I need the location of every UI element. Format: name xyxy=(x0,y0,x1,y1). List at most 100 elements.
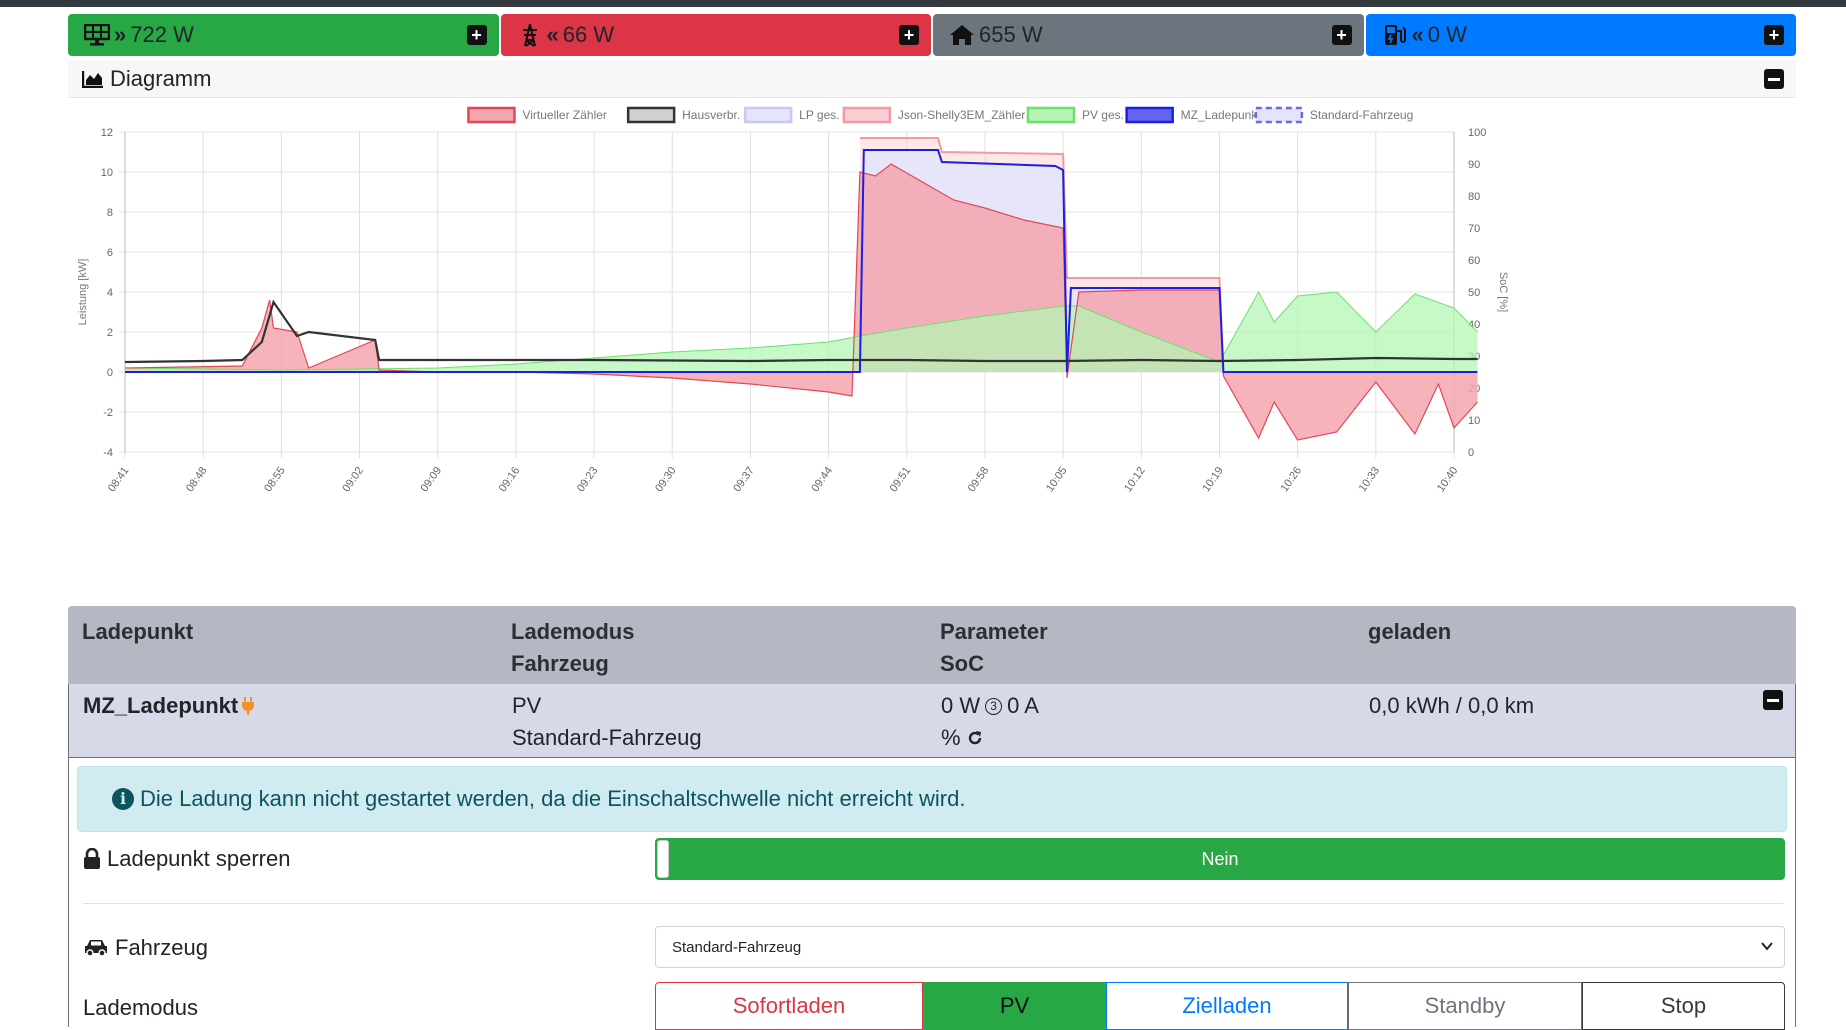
loadpoint-mode-cell: PV Standard-Fahrzeug xyxy=(512,690,702,754)
y2-tick-label: 80 xyxy=(1468,191,1480,203)
loadpoint-params-cell: 0 W 3 0 A % xyxy=(941,690,1039,754)
loadpoint-vehicle: Standard-Fahrzeug xyxy=(512,725,702,750)
plus-icon[interactable]: + xyxy=(899,25,919,45)
legend-label: Hausverbr. xyxy=(682,108,740,122)
power-chart: -4-2024681012010203040506070809010008:41… xyxy=(77,106,1509,494)
collapse-icon[interactable] xyxy=(1764,68,1784,89)
virtual-meter-area xyxy=(125,164,1478,440)
mode-label-zielladen: Zielladen xyxy=(1182,993,1272,1018)
y2-tick-label: 70 xyxy=(1468,223,1480,235)
y-tick-label: 12 xyxy=(101,127,113,139)
y-tick-label: 8 xyxy=(107,207,113,219)
mode-button-sofortladen[interactable]: Sofortladen xyxy=(655,982,923,1030)
plug-icon xyxy=(242,697,255,715)
loadpoint-power: 0 W xyxy=(941,693,981,718)
header-lademodus: Lademodus xyxy=(511,619,635,644)
x-tick-label: 09:37 xyxy=(731,465,757,494)
plus-icon[interactable]: + xyxy=(1764,25,1784,45)
summary-pv-value: 722 W xyxy=(130,22,194,47)
lock-value: Nein xyxy=(1201,848,1239,869)
y2-tick-label: 60 xyxy=(1468,255,1480,267)
x-tick-label: 09:51 xyxy=(888,465,914,494)
phases-icon: 3 xyxy=(985,697,1003,715)
divider xyxy=(83,903,1783,904)
y-tick-label: 0 xyxy=(107,367,113,379)
mode-button-standby[interactable]: Standby xyxy=(1348,982,1582,1030)
mode-label-stop: Stop xyxy=(1660,993,1707,1018)
y2-tick-label: 90 xyxy=(1468,159,1480,171)
loadpoint-row[interactable]: MZ_Ladepunkt PV Standard-Fahrzeug 0 W 3 … xyxy=(68,684,1796,758)
mode-label: Lademodus xyxy=(83,995,198,1020)
legend-label: MZ_Ladepunkt xyxy=(1181,108,1262,122)
vehicle-select[interactable]: Standard-Fahrzeug xyxy=(655,926,1785,968)
legend-swatch xyxy=(467,106,516,124)
x-tick-label: 10:26 xyxy=(1278,465,1304,494)
mode-button-pv[interactable]: PV xyxy=(923,982,1106,1030)
summary-grid-value: 66 W xyxy=(562,22,615,47)
diagram-header[interactable]: Diagramm xyxy=(68,60,1796,98)
y2-tick-label: 50 xyxy=(1468,287,1480,299)
mode-row-label: Lademodus xyxy=(83,988,198,1028)
vehicle-select-value: Standard-Fahrzeug xyxy=(672,938,802,956)
x-tick-label: 10:19 xyxy=(1200,465,1226,494)
y-tick-label: 4 xyxy=(107,287,113,299)
mode-label-standby: Standby xyxy=(1424,993,1506,1018)
summary-pv[interactable]: » 722 W + xyxy=(68,14,499,56)
info-alert: i Die Ladung kann nicht gestartet werden… xyxy=(77,766,1787,832)
solar-panel-icon xyxy=(82,22,112,48)
y-tick-label: 2 xyxy=(107,327,113,339)
legend-swatch xyxy=(1125,106,1174,124)
y-tick-label: -2 xyxy=(103,407,113,419)
mode-label-pv: PV xyxy=(999,993,1030,1018)
y-tick-label: 6 xyxy=(107,247,113,259)
header-col-4: geladen xyxy=(1368,616,1451,648)
x-tick-label: 08:41 xyxy=(106,465,132,494)
legend-swatch xyxy=(1254,106,1304,124)
loadpoint-phases: 3 xyxy=(990,698,997,713)
mode-button-zielladen[interactable]: Zielladen xyxy=(1106,982,1348,1030)
loadpoint-name: MZ_Ladepunkt xyxy=(83,693,239,718)
chevron-down-icon xyxy=(1760,939,1774,957)
y2-tick-label: 10 xyxy=(1468,415,1480,427)
info-icon: i xyxy=(112,788,134,810)
summary-house[interactable]: 655 W + xyxy=(933,14,1364,56)
plus-icon[interactable]: + xyxy=(1331,25,1352,45)
toggle-handle[interactable] xyxy=(657,840,669,878)
loadpoint-soc: % xyxy=(941,725,961,750)
collapse-icon[interactable] xyxy=(1763,690,1783,710)
x-tick-label: 08:55 xyxy=(262,465,288,494)
lock-label: Ladepunkt sperren xyxy=(107,846,291,871)
legend-swatch xyxy=(1026,106,1076,124)
loadpoint-current: 0 A xyxy=(1007,693,1039,718)
loadpoint-details: i Die Ladung kann nicht gestartet werden… xyxy=(68,758,1796,1030)
diagram-title: Diagramm xyxy=(110,65,212,91)
summary-pv-arrows: » xyxy=(114,22,126,47)
x-tick-label: 08:48 xyxy=(184,465,210,494)
y-axis-label: Leistung [kW] xyxy=(77,259,89,326)
mode-button-stop[interactable]: Stop xyxy=(1582,982,1785,1030)
home-icon xyxy=(947,22,977,48)
vehicle-row-label: Fahrzeug xyxy=(83,928,208,968)
header-fahrzeug: Fahrzeug xyxy=(511,651,609,676)
mode-button-group: Sofortladen PV Zielladen Standby Stop xyxy=(655,982,1785,1030)
summary-grid[interactable]: « 66 W + xyxy=(500,14,931,56)
loadpoint-charged-cell: 0,0 kWh / 0,0 km xyxy=(1369,690,1534,722)
refresh-icon[interactable] xyxy=(967,730,983,746)
summary-charge[interactable]: « 0 W + xyxy=(1365,14,1796,56)
power-tower-icon xyxy=(515,22,545,48)
loadpoint-mode: PV xyxy=(512,693,542,718)
loadpoint-table-header: Ladepunkt Lademodus Fahrzeug Parameter S… xyxy=(68,606,1796,684)
summary-grid-arrows: « xyxy=(546,22,559,47)
header-col-3: Parameter SoC xyxy=(940,616,1048,680)
summary-charge-arrows: « xyxy=(1411,22,1424,47)
area-chart-icon xyxy=(82,70,104,88)
chart-area: -4-2024681012010203040506070809010008:41… xyxy=(68,100,1796,605)
y2-tick-label: 100 xyxy=(1468,127,1486,139)
lock-toggle[interactable]: Nein xyxy=(655,838,1785,880)
plus-icon[interactable]: + xyxy=(466,25,487,45)
mode-label-sofortladen: Sofortladen xyxy=(732,993,846,1018)
loadpoint-charged: 0,0 kWh / 0,0 km xyxy=(1369,693,1535,718)
x-tick-label: 09:30 xyxy=(653,465,679,494)
x-tick-label: 09:16 xyxy=(497,465,523,494)
x-tick-label: 10:05 xyxy=(1044,465,1070,494)
